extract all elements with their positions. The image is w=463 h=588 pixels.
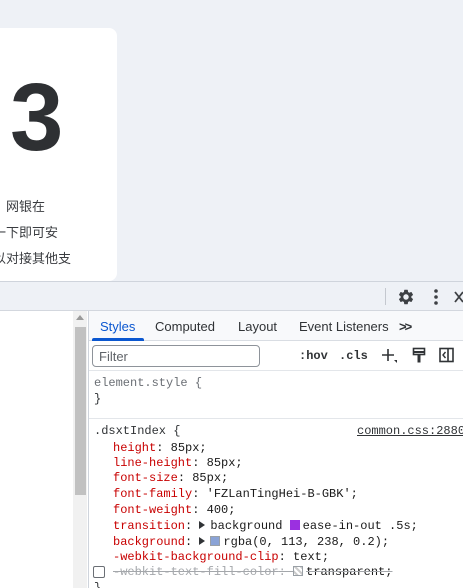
vertical-dots-icon[interactable] bbox=[428, 286, 444, 307]
styles-sidebar: Styles Computed Layout Event Listeners >… bbox=[89, 311, 463, 588]
card-text-line-1: 款，网银在 bbox=[0, 200, 46, 215]
cls-toggle[interactable]: .cls bbox=[339, 349, 368, 363]
tab-computed[interactable]: Computed bbox=[155, 311, 215, 341]
easing-editor-icon[interactable] bbox=[289, 520, 300, 530]
sidebar-toggle-icon[interactable] bbox=[439, 347, 454, 363]
declaration-font-weight[interactable]: font-weight: 400; bbox=[113, 503, 235, 517]
tab-layout[interactable]: Layout bbox=[238, 311, 277, 341]
close-icon[interactable] bbox=[452, 286, 463, 307]
color-swatch-icon[interactable] bbox=[293, 566, 304, 576]
more-tabs-chevron-icon[interactable]: >> bbox=[399, 311, 412, 341]
element-style-rule: element.style { } bbox=[89, 371, 463, 415]
toolbar-divider bbox=[385, 288, 386, 305]
gear-icon[interactable] bbox=[396, 286, 416, 307]
sidebar-tabs: Styles Computed Layout Event Listeners >… bbox=[89, 311, 463, 341]
rule-close: } bbox=[94, 581, 102, 588]
declaration-webkit-background-clip[interactable]: -webkit-background-clip: text; bbox=[113, 550, 329, 564]
scrollbar-thumb[interactable] bbox=[75, 327, 86, 495]
filter-toolbar: :hov .cls bbox=[89, 341, 463, 371]
rule-separator bbox=[89, 418, 463, 419]
dsxtindex-rule: .dsxtIndex { common.css:2880 height: 85p… bbox=[89, 424, 463, 588]
expand-triangle-icon[interactable] bbox=[199, 521, 206, 529]
big-number: 3 bbox=[10, 64, 64, 171]
devtools-toolbar bbox=[0, 282, 463, 311]
devtools-panel: Styles Computed Layout Event Listeners >… bbox=[0, 281, 463, 588]
elements-scrollbar[interactable] bbox=[73, 311, 87, 588]
filter-input[interactable] bbox=[92, 345, 260, 367]
scroll-up-arrow-icon[interactable] bbox=[76, 315, 84, 320]
declaration-line-height[interactable]: line-height: 85px; bbox=[113, 456, 243, 470]
expand-triangle-icon[interactable] bbox=[199, 537, 206, 545]
content-card: 3 款，网银在 击一下即可安 可以对接其他支 bbox=[0, 28, 117, 281]
declaration-toggle-checkbox[interactable] bbox=[93, 566, 105, 578]
paint-brush-icon[interactable] bbox=[412, 347, 426, 364]
declaration-font-size[interactable]: font-size: 85px; bbox=[113, 471, 228, 485]
element-style-selector[interactable]: element.style { bbox=[94, 376, 202, 390]
page-viewport: 3 款，网银在 击一下即可安 可以对接其他支 bbox=[0, 0, 463, 281]
declaration-font-family[interactable]: font-family: 'FZLanTingHei-B-GBK'; bbox=[113, 487, 358, 501]
card-text-line-3: 可以对接其他支 bbox=[0, 252, 72, 267]
declaration-background[interactable]: background: rgba(0, 113, 238, 0.2); bbox=[113, 535, 389, 549]
tab-styles[interactable]: Styles bbox=[100, 311, 135, 341]
card-text-line-2: 击一下即可安 bbox=[0, 226, 59, 241]
rule-selector[interactable]: .dsxtIndex { bbox=[94, 424, 180, 438]
element-style-close: } bbox=[94, 392, 102, 406]
declaration-transition[interactable]: transition: background ease-in-out .5s; bbox=[113, 519, 418, 533]
hov-toggle[interactable]: :hov bbox=[299, 349, 328, 363]
rule-source-link[interactable]: common.css:2880 bbox=[357, 424, 463, 438]
declaration-webkit-text-fill-color-disabled[interactable]: -webkit-text-fill-color: transparent; bbox=[113, 565, 392, 579]
tab-event-listeners[interactable]: Event Listeners bbox=[299, 311, 389, 341]
plus-icon[interactable] bbox=[381, 348, 397, 364]
declaration-height[interactable]: height: 85px; bbox=[113, 441, 207, 455]
color-swatch-icon[interactable] bbox=[210, 536, 221, 546]
